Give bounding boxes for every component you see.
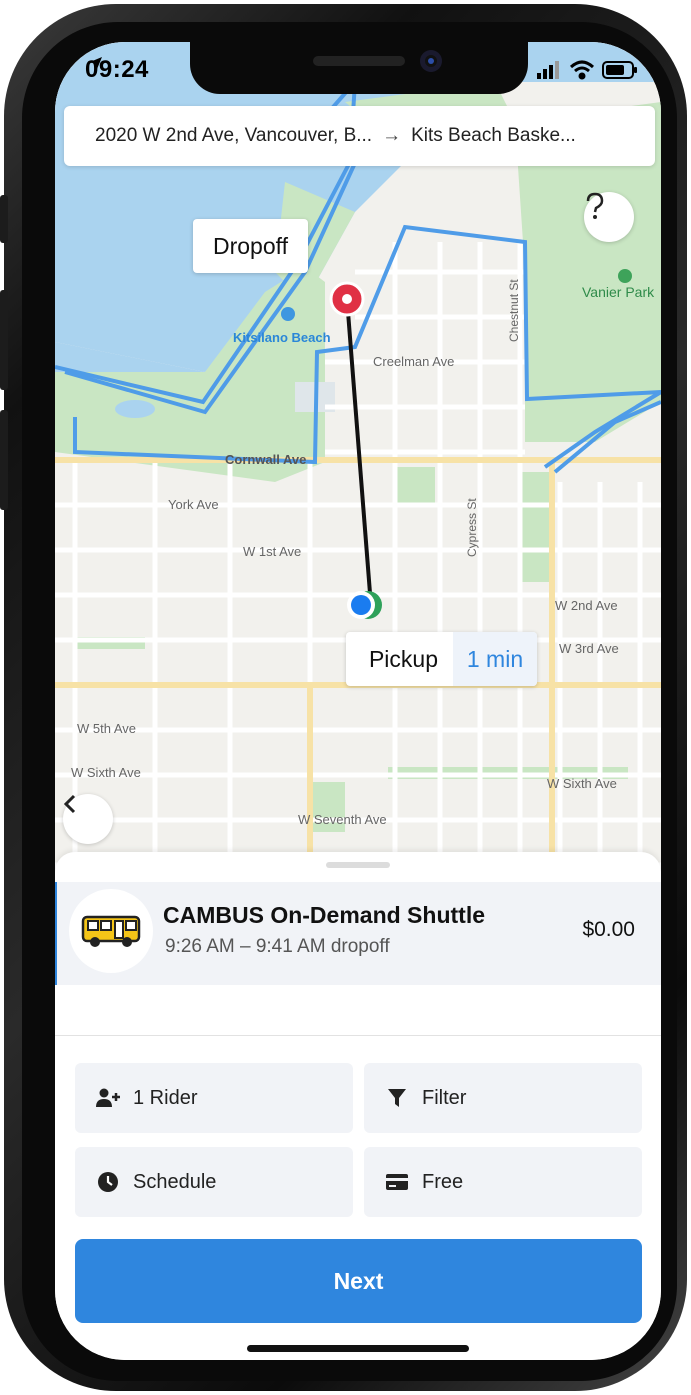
- credit-card-icon: [384, 1170, 410, 1194]
- destination-address: Kits Beach Baske...: [411, 125, 576, 146]
- ride-options-sheet: CAMBUS On-Demand Shuttle 9:26 AM – 9:41 …: [55, 852, 661, 1360]
- schedule-button[interactable]: Schedule: [75, 1147, 353, 1217]
- route-overlay: [329, 281, 382, 619]
- filter-label: Filter: [422, 1086, 467, 1109]
- origin-address: 2020 W 2nd Ave, Vancouver, B...: [95, 125, 373, 146]
- chevron-left-icon: [63, 794, 76, 814]
- cellular-signal-icon: [537, 61, 559, 79]
- ride-option-time-window: 9:26 AM – 9:41 AM dropoff: [165, 936, 390, 957]
- pickup-callout-label: Pickup: [368, 645, 439, 672]
- pickup-dot: [351, 595, 371, 615]
- route-line: [345, 298, 373, 607]
- pickup-eta: 1 min: [453, 632, 537, 686]
- dropoff-pin-center: [342, 294, 352, 304]
- ride-option-title: CAMBUS On-Demand Shuttle: [163, 902, 485, 928]
- route-summary-bar[interactable]: 2020 W 2nd Ave, Vancouver, B... → Kits B…: [64, 106, 655, 166]
- riders-label: 1 Rider: [133, 1086, 198, 1109]
- device-notch: [190, 42, 528, 94]
- ride-option-row[interactable]: CAMBUS On-Demand Shuttle 9:26 AM – 9:41 …: [55, 882, 661, 985]
- clock-icon: [95, 1170, 121, 1194]
- sheet-grabber[interactable]: [326, 862, 390, 868]
- volume-up-button: [0, 290, 8, 390]
- location-arrow-icon: [90, 57, 102, 69]
- status-time: 09:24: [85, 56, 149, 83]
- earpiece: [313, 56, 405, 66]
- map-view[interactable]: Creelman Ave Chestnut St Cornwall Ave Yo…: [55, 42, 661, 887]
- schedule-label: Schedule: [133, 1170, 217, 1193]
- app-screen: Creelman Ave Chestnut St Cornwall Ave Yo…: [55, 42, 661, 1360]
- payment-button[interactable]: Free: [364, 1147, 642, 1217]
- riders-button[interactable]: 1 Rider: [75, 1063, 353, 1133]
- ride-option-price: $0.00: [582, 918, 635, 941]
- home-indicator[interactable]: [247, 1345, 469, 1352]
- next-button[interactable]: Next: [75, 1239, 642, 1323]
- divider: [55, 1035, 661, 1036]
- wifi-icon: [569, 60, 595, 80]
- volume-down-button: [0, 410, 8, 510]
- front-camera: [420, 50, 442, 72]
- arrow-right-icon: →: [382, 125, 402, 146]
- filter-icon: [384, 1086, 410, 1110]
- mute-switch: [0, 195, 8, 243]
- payment-label: Free: [422, 1170, 464, 1193]
- back-button[interactable]: [63, 794, 113, 844]
- shuttle-bus-icon: [69, 889, 153, 973]
- pickup-callout[interactable]: Pickup 1 min: [346, 632, 537, 686]
- status-icons: [533, 58, 643, 84]
- add-user-icon: [95, 1086, 121, 1110]
- help-button[interactable]: [584, 192, 634, 242]
- dropoff-callout[interactable]: Dropoff: [193, 219, 308, 273]
- help-icon: [586, 192, 604, 219]
- filter-button[interactable]: Filter: [364, 1063, 642, 1133]
- battery-icon: [602, 61, 637, 79]
